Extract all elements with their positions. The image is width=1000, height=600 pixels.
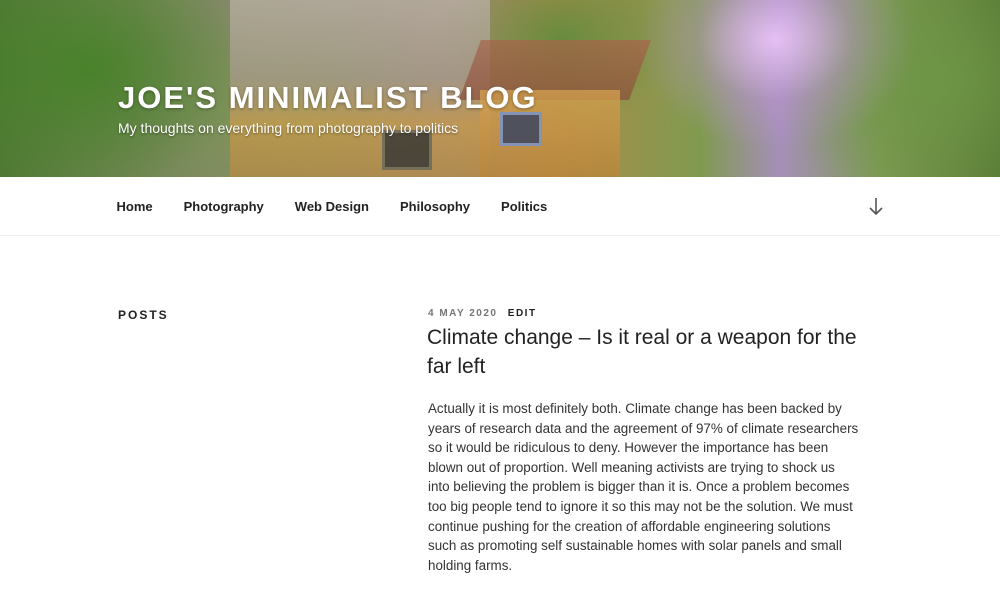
nav-item-philosophy[interactable]: Philosophy bbox=[384, 199, 485, 214]
header-image-window bbox=[500, 112, 542, 146]
site-header: Joe's Minimalist Blog My thoughts on eve… bbox=[0, 0, 1000, 177]
posts-heading: Posts bbox=[118, 308, 169, 322]
site-title[interactable]: Joe's Minimalist Blog bbox=[118, 80, 538, 116]
header-image-window bbox=[382, 130, 432, 170]
post-title[interactable]: Climate change – Is it real or a weapon … bbox=[427, 323, 867, 381]
post-content: Actually it is most definitely both. Cli… bbox=[428, 399, 860, 594]
nav-item-web-design[interactable]: Web Design bbox=[279, 199, 384, 214]
nav-menu: Home Photography Web Design Philosophy P… bbox=[101, 177, 563, 236]
site-tagline: My thoughts on everything from photograp… bbox=[118, 120, 459, 136]
arrow-down-icon[interactable] bbox=[866, 196, 886, 218]
post-date-link[interactable]: 4 May 2020 bbox=[428, 308, 498, 319]
nav-item-politics[interactable]: Politics bbox=[486, 199, 563, 214]
edit-post-link[interactable]: Edit bbox=[508, 308, 537, 319]
nav-item-photography[interactable]: Photography bbox=[168, 199, 279, 214]
entry-meta: 4 May 2020 Edit bbox=[428, 308, 537, 319]
main-navigation: Home Photography Web Design Philosophy P… bbox=[0, 177, 1000, 236]
nav-item-home[interactable]: Home bbox=[101, 199, 168, 214]
post-paragraph: Actually it is most definitely both. Cli… bbox=[428, 401, 859, 573]
